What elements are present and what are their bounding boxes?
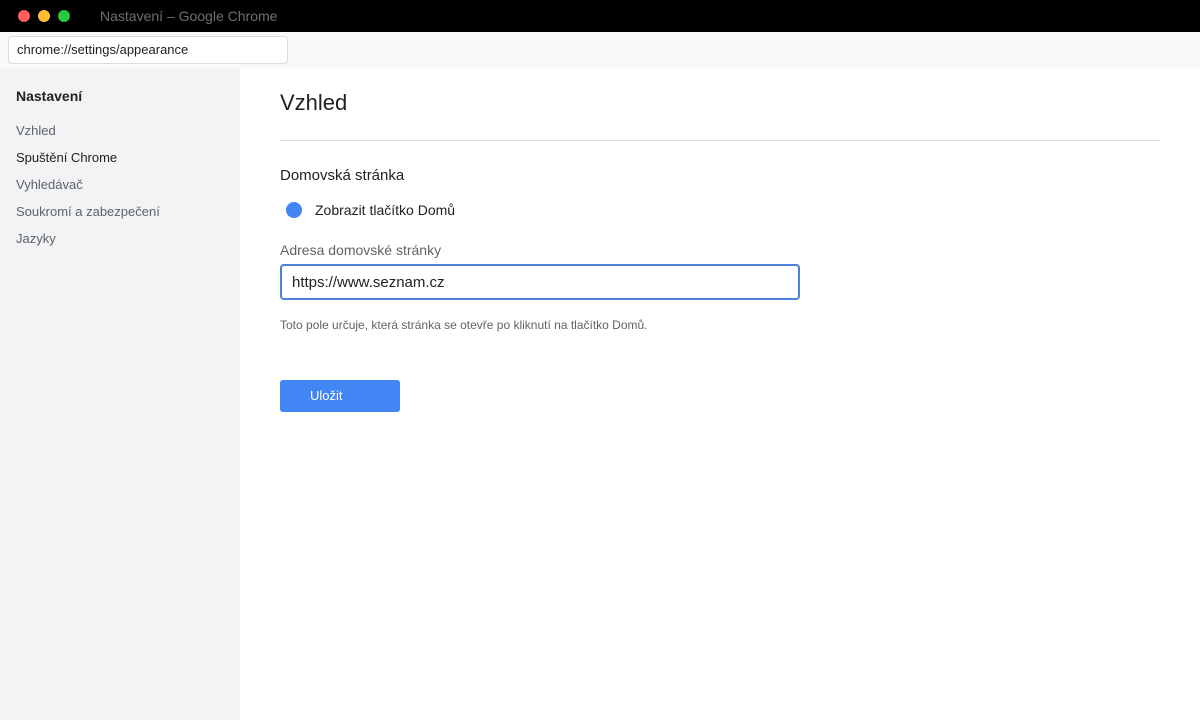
homepage-address-input[interactable] bbox=[280, 264, 800, 300]
address-bar: chrome://settings/appearance bbox=[0, 32, 1200, 68]
window-titlebar: Nastavení – Google Chrome bbox=[0, 0, 1200, 32]
minimize-window-button[interactable] bbox=[38, 10, 50, 22]
close-window-button[interactable] bbox=[18, 10, 30, 22]
url-field[interactable]: chrome://settings/appearance bbox=[8, 36, 288, 64]
settings-sidebar: Nastavení Vzhled Spuštění Chrome Vyhledá… bbox=[0, 68, 240, 720]
section-title: Domovská stránka bbox=[280, 167, 405, 184]
radio-checked-icon[interactable] bbox=[286, 202, 302, 218]
sidebar-title: Nastavení bbox=[16, 88, 83, 104]
sidebar-item-languages[interactable]: Jazyky bbox=[16, 231, 56, 247]
settings-main: Vzhled Domovská stránka Zobrazit tlačítk… bbox=[240, 68, 1200, 720]
sidebar-item-privacy-security[interactable]: Soukromí a zabezpečení bbox=[16, 204, 160, 220]
save-button[interactable]: Uložit bbox=[280, 380, 400, 412]
page-title: Vzhled bbox=[280, 90, 348, 115]
zoom-window-button[interactable] bbox=[58, 10, 70, 22]
section-divider bbox=[280, 140, 1160, 141]
sidebar-item-appearance[interactable]: Vzhled bbox=[16, 123, 56, 139]
window-title: Nastavení – Google Chrome bbox=[100, 8, 278, 24]
sidebar-item-on-startup[interactable]: Spuštění Chrome bbox=[16, 150, 117, 166]
show-home-button-option[interactable]: Zobrazit tlačítko Domů bbox=[286, 201, 455, 219]
helper-text: Toto pole určuje, která stránka se otevř… bbox=[280, 318, 648, 332]
show-home-button-label: Zobrazit tlačítko Domů bbox=[315, 202, 456, 218]
sidebar-item-search-engine[interactable]: Vyhledávač bbox=[16, 177, 83, 193]
homepage-address-label: Adresa domovské stránky bbox=[280, 242, 442, 258]
